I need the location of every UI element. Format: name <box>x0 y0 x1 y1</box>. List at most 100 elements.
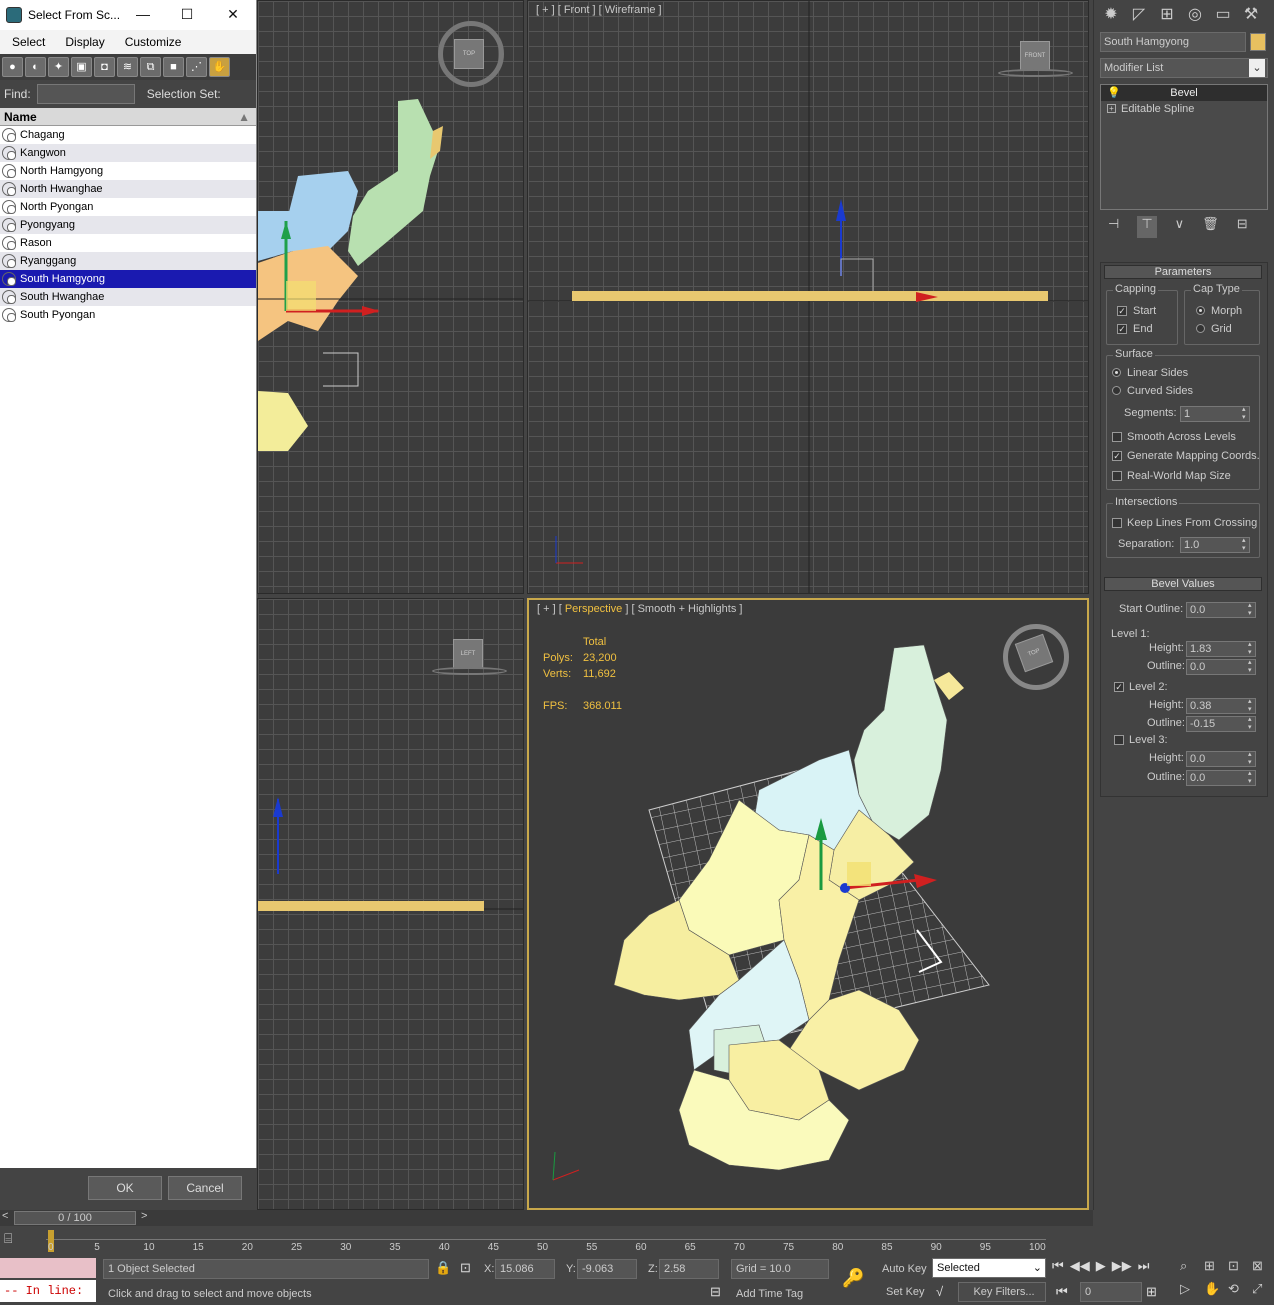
motion-tab-icon[interactable]: ◎ <box>1184 5 1206 25</box>
orbit-icon[interactable]: ⟲ <box>1228 1281 1250 1302</box>
grid-radio[interactable] <box>1196 324 1205 333</box>
x-coordinate-field[interactable]: 15.086 <box>495 1259 555 1279</box>
time-config-icon[interactable]: ⊞ <box>1146 1284 1157 1300</box>
viewport-perspective[interactable]: [ + ] [ Perspective ] [ Smooth + Highlig… <box>527 598 1089 1210</box>
viewcube-front-ring[interactable] <box>998 69 1073 77</box>
bevel-values-rollout[interactable]: Bevel Values <box>1104 577 1262 591</box>
level2-checkbox[interactable]: ✓ <box>1114 682 1124 692</box>
remove-modifier-icon[interactable]: 🗑 <box>1202 216 1219 238</box>
current-frame-field[interactable]: 0 <box>1080 1282 1142 1302</box>
cap-end-checkbox[interactable]: ✓ <box>1117 324 1127 334</box>
viewport-top[interactable]: TOP <box>257 0 524 594</box>
shapes-filter-icon[interactable]: ◐ <box>25 57 46 77</box>
bones-filter-icon[interactable]: ⋰ <box>186 57 207 77</box>
viewport-left[interactable]: LEFT <box>257 598 524 1210</box>
smooth-across-checkbox[interactable] <box>1112 432 1122 442</box>
list-item[interactable]: South Hwanghae <box>0 288 256 306</box>
make-unique-icon[interactable]: ∨ <box>1175 216 1185 238</box>
containers-filter-icon[interactable]: ✋ <box>209 57 230 77</box>
create-tab-icon[interactable]: ✹ <box>1100 5 1122 25</box>
cameras-filter-icon[interactable]: ▣ <box>71 57 92 77</box>
list-item[interactable]: South Pyongan <box>0 306 256 324</box>
segments-spinner[interactable]: 1 <box>1180 406 1250 422</box>
lock-selection-icon[interactable]: 🔒 <box>435 1260 451 1276</box>
start-outline-spinner[interactable]: 0.0 <box>1186 602 1256 618</box>
gen-mapping-checkbox[interactable]: ✓ <box>1112 451 1122 461</box>
viewcube-top[interactable]: TOP <box>454 39 484 69</box>
viewport-front[interactable]: [ + ] [ Front ] [ Wireframe ] FRONT <box>527 0 1089 594</box>
close-icon[interactable]: ✕ <box>224 6 242 24</box>
list-item[interactable]: Pyongyang <box>0 216 256 234</box>
goto-end-icon[interactable]: ⏭ <box>1138 1258 1150 1278</box>
list-item[interactable]: North Pyongan <box>0 198 256 216</box>
l1-outline-spinner[interactable]: 0.0 <box>1186 659 1256 675</box>
pin-stack-icon[interactable]: ⊣ <box>1108 216 1119 238</box>
expand-plus-icon[interactable]: + <box>1107 104 1116 113</box>
ok-button[interactable]: OK <box>88 1176 162 1200</box>
list-item[interactable]: Ryanggang <box>0 252 256 270</box>
show-end-result-icon[interactable]: ⊤ <box>1137 216 1157 238</box>
list-item[interactable]: Rason <box>0 234 256 252</box>
list-item[interactable]: North Hamgyong <box>0 162 256 180</box>
level3-checkbox[interactable] <box>1114 735 1124 745</box>
helpers-filter-icon[interactable]: ◘ <box>94 57 115 77</box>
l3-outline-spinner[interactable]: 0.0 <box>1186 770 1256 786</box>
viewcube-left[interactable]: LEFT <box>453 639 483 669</box>
zoom-extents-all-icon[interactable]: ⊠ <box>1252 1258 1274 1279</box>
lightbulb-icon[interactable]: 💡 <box>1107 85 1121 101</box>
modifier-list-dropdown[interactable]: Modifier List ⌄ <box>1100 58 1268 78</box>
maximize-viewport-icon[interactable]: ⤢ <box>1252 1281 1274 1302</box>
cancel-button[interactable]: Cancel <box>168 1176 242 1200</box>
curved-sides-radio[interactable] <box>1112 386 1121 395</box>
time-slider-track[interactable]: < 0 / 100 > <box>0 1210 1093 1226</box>
lights-filter-icon[interactable]: ✦ <box>48 57 69 77</box>
default-tangent-icon[interactable]: √ <box>936 1284 943 1299</box>
stack-item-editable-spline[interactable]: + Editable Spline <box>1101 101 1267 117</box>
dialog-titlebar[interactable]: Select From Sc... — ☐ ✕ <box>0 0 256 30</box>
field-of-view-icon[interactable]: ▷ <box>1180 1281 1202 1302</box>
l1-height-spinner[interactable]: 1.83 <box>1186 641 1256 657</box>
groups-filter-icon[interactable]: ⧉ <box>140 57 161 77</box>
modify-tab-icon[interactable]: ◸ <box>1128 5 1150 25</box>
keep-lines-checkbox[interactable] <box>1112 518 1122 528</box>
zoom-icon[interactable]: ⌕ <box>1180 1258 1202 1279</box>
time-tag-icon[interactable]: ⊟ <box>710 1284 721 1300</box>
add-time-tag[interactable]: Add Time Tag <box>736 1288 803 1300</box>
geometry-filter-icon[interactable]: ● <box>2 57 23 77</box>
cap-start-checkbox[interactable]: ✓ <box>1117 306 1127 316</box>
time-slider[interactable]: 0 / 100 <box>14 1211 136 1225</box>
spacewarps-filter-icon[interactable]: ≋ <box>117 57 138 77</box>
object-name-field[interactable]: South Hamgyong <box>1100 32 1246 52</box>
display-tab-icon[interactable]: ▭ <box>1212 5 1234 25</box>
l2-height-spinner[interactable]: 0.38 <box>1186 698 1256 714</box>
absolute-mode-icon[interactable]: ⊡ <box>460 1260 471 1276</box>
goto-start-icon[interactable]: ⏮ <box>1052 1258 1064 1278</box>
object-color-swatch[interactable] <box>1250 33 1266 51</box>
configure-sets-icon[interactable]: ⊟ <box>1237 216 1248 238</box>
linear-sides-radio[interactable] <box>1112 368 1121 377</box>
hierarchy-tab-icon[interactable]: ⊞ <box>1156 5 1178 25</box>
timeline-ruler[interactable] <box>46 1230 1046 1252</box>
list-item[interactable]: Kangwon <box>0 144 256 162</box>
y-coordinate-field[interactable]: -9.063 <box>577 1259 637 1279</box>
viewcube-left-ring[interactable] <box>432 667 507 675</box>
viewcube-front[interactable]: FRONT <box>1020 41 1050 71</box>
play-icon[interactable]: ▶ <box>1096 1258 1106 1278</box>
list-item[interactable]: South Hamgyong <box>0 270 256 288</box>
prev-frame-icon[interactable]: ◀◀ <box>1070 1258 1090 1278</box>
parameters-rollout[interactable]: Parameters <box>1104 265 1262 279</box>
minimize-icon[interactable]: — <box>134 6 152 24</box>
maxscript-input[interactable]: -- In line: <box>0 1280 96 1302</box>
l2-outline-spinner[interactable]: -0.15 <box>1186 716 1256 732</box>
morph-radio[interactable] <box>1196 306 1205 315</box>
stack-item-bevel[interactable]: 💡 Bevel <box>1101 85 1267 101</box>
real-world-checkbox[interactable] <box>1112 471 1122 481</box>
find-input[interactable] <box>36 84 135 104</box>
set-key-button[interactable]: Set Key <box>886 1286 925 1298</box>
menu-display[interactable]: Display <box>65 35 104 49</box>
list-item[interactable]: Chagang <box>0 126 256 144</box>
key-icon[interactable]: 🔑 <box>842 1268 864 1289</box>
separation-spinner[interactable]: 1.0 <box>1180 537 1250 553</box>
menu-select[interactable]: Select <box>12 35 45 49</box>
key-filters-button[interactable]: Key Filters... <box>958 1282 1046 1302</box>
